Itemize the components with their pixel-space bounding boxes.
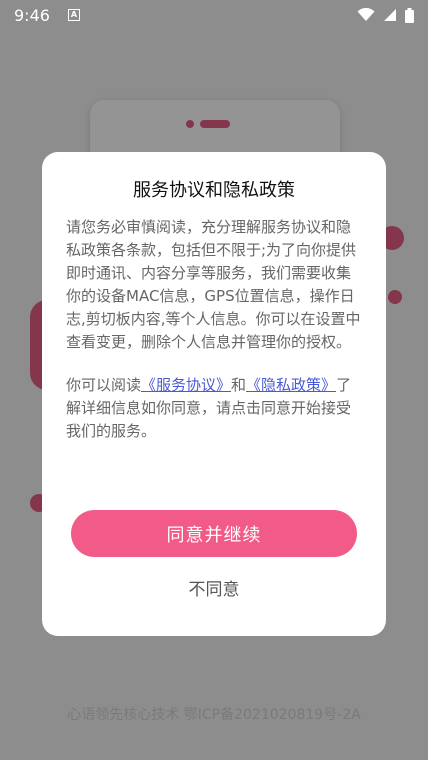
- status-time: 9:46: [14, 5, 50, 25]
- dialog-title: 服务协议和隐私政策: [133, 180, 295, 201]
- footer-icp-text: 心语领先核心技术 鄂ICP备2021020819号-2A: [67, 707, 361, 723]
- dialog-paragraph-2: 你可以阅读《服务协议》和《隐私政策》了解详细信息如你同意，请点击同意开始接受我们…: [66, 374, 362, 443]
- service-agreement-link[interactable]: 《服务协议》: [141, 376, 231, 394]
- agree-continue-button[interactable]: 同意并继续: [71, 510, 357, 557]
- battery-icon: [405, 7, 414, 23]
- privacy-dialog: 服务协议和隐私政策 请您务必审慎阅读，充分理解服务协议和隐私政策各条款，包括但不…: [42, 152, 386, 636]
- privacy-policy-link[interactable]: 《隐私政策》: [246, 376, 336, 394]
- status-bar: 9:46 A: [0, 0, 428, 30]
- dialog-body: 请您务必审慎阅读，充分理解服务协议和隐私政策各条款，包括但不限于;为了向你提供即…: [66, 216, 362, 443]
- signal-icon: [384, 9, 396, 21]
- disagree-button[interactable]: 不同意: [42, 575, 386, 600]
- wifi-icon: [357, 8, 375, 21]
- paragraph2-prefix: 你可以阅读: [66, 376, 142, 394]
- status-icons: [357, 7, 414, 23]
- dialog-paragraph-1: 请您务必审慎阅读，充分理解服务协议和隐私政策各条款，包括但不限于;为了向你提供即…: [66, 218, 361, 351]
- notification-a-icon: A: [67, 9, 80, 21]
- paragraph2-and: 和: [231, 376, 247, 394]
